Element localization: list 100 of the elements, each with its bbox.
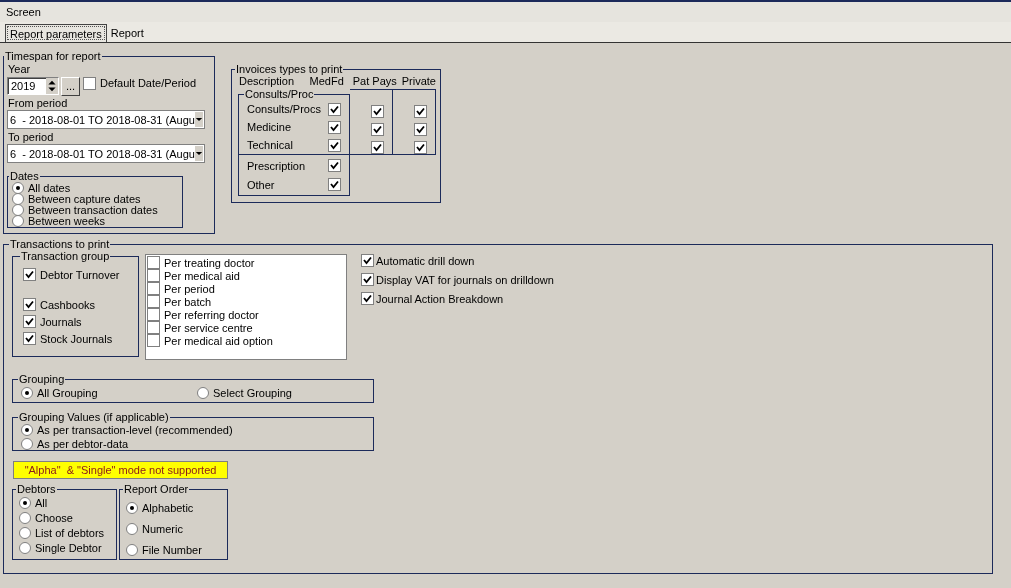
checkbox-label: Per service centre: [164, 321, 253, 334]
warning-banner: "Alpha" & "Single" mode not supported: [13, 461, 228, 479]
radio-label: As per debtor-data: [37, 438, 129, 450]
checkbox[interactable]: [328, 120, 341, 134]
group-title: Dates: [9, 170, 40, 182]
radio-label: As per transaction-level (recommended): [37, 424, 233, 436]
checkbox-label: Default Date/Period: [100, 77, 196, 89]
radio-label: Select Grouping: [213, 387, 292, 399]
checkbox[interactable]: [361, 273, 374, 286]
checkbox-label: Stock Journals: [40, 332, 113, 345]
year-spinner[interactable]: 2019: [7, 77, 59, 95]
radio-label: All dates: [28, 181, 71, 194]
checkbox[interactable]: [328, 102, 341, 116]
checkbox-label: Automatic drill down: [376, 254, 475, 267]
radio-button[interactable]: [19, 541, 31, 554]
group-title: Timespan for report: [4, 50, 102, 62]
checkbox[interactable]: [371, 104, 384, 118]
checkbox[interactable]: [414, 140, 427, 154]
radio-button[interactable]: [19, 526, 31, 539]
checkbox-label: Per batch: [164, 295, 212, 308]
group-title: Grouping Values (if applicable): [18, 411, 170, 423]
radio-button[interactable]: [12, 214, 24, 227]
column-header: Description: [239, 75, 296, 88]
caret-icon[interactable]: [194, 117, 203, 122]
checkbox[interactable]: [328, 178, 341, 191]
field-label: Year: [8, 62, 32, 76]
group-title: Transaction group: [20, 250, 111, 262]
radio-label: All Grouping: [37, 387, 98, 399]
group-title: Debtors: [16, 483, 57, 495]
checkbox[interactable]: [371, 140, 384, 154]
radio-label: Between capture dates: [28, 192, 141, 205]
radio-label: Between transaction dates: [28, 203, 158, 216]
checkbox[interactable]: [147, 256, 160, 269]
checkbox-label: Per medical aid option: [164, 334, 273, 347]
radio-label: All: [35, 496, 48, 509]
radio-label: Between weeks: [28, 214, 106, 227]
row-label: Other: [247, 178, 275, 191]
checkbox[interactable]: [414, 104, 427, 118]
radio-button[interactable]: [21, 387, 33, 399]
group-title: Invoices types to print: [235, 63, 344, 75]
radio-button[interactable]: [21, 438, 33, 450]
group-title: Consults/Proc: [244, 88, 315, 100]
checkbox[interactable]: [23, 332, 36, 345]
group-title: Report Order: [123, 483, 190, 495]
checkbox[interactable]: [147, 269, 160, 282]
checkbox[interactable]: [147, 282, 160, 295]
radio-label: List of debtors: [35, 526, 105, 539]
checkbox[interactable]: [23, 268, 36, 281]
period-dropdown[interactable]: 6 - 2018-08-01 TO 2018-08-31 (Augu: [7, 110, 205, 129]
tab[interactable]: Report parameters: [5, 24, 107, 42]
radio-label: Numeric: [142, 522, 183, 535]
checkbox-label: Journal Action Breakdown: [376, 292, 504, 305]
checkbox[interactable]: [328, 138, 341, 152]
radio-button[interactable]: [197, 387, 209, 399]
radio-button[interactable]: [12, 203, 24, 216]
checkbox-label: Debtor Turnover: [40, 268, 120, 281]
radio-button[interactable]: [126, 522, 138, 535]
checkbox[interactable]: [147, 295, 160, 308]
column-header: MedFd: [309, 75, 345, 88]
checkbox[interactable]: [147, 321, 160, 334]
checkbox-label: Per treating doctor: [164, 256, 255, 269]
checkbox[interactable]: [361, 292, 374, 305]
radio-button[interactable]: [12, 181, 24, 194]
checkbox-label: Per period: [164, 282, 215, 295]
checkbox[interactable]: [83, 76, 96, 90]
radio-label: Single Debtor: [35, 541, 102, 554]
radio-button[interactable]: [21, 424, 33, 436]
tab[interactable]: Report: [106, 24, 148, 42]
radio-label: File Number: [142, 543, 202, 556]
radio-button[interactable]: [12, 192, 24, 205]
column-header: Private: [401, 75, 436, 88]
field-label: To period: [8, 130, 55, 144]
radio-button[interactable]: [126, 501, 138, 514]
checkbox[interactable]: [23, 315, 36, 328]
column-header: Pat Pays: [352, 75, 398, 88]
row-label: Prescription: [247, 159, 306, 172]
period-dropdown[interactable]: 6 - 2018-08-01 TO 2018-08-31 (Augu: [7, 144, 205, 163]
row-label: Medicine: [247, 121, 292, 133]
checkbox-label: Journals: [40, 315, 82, 328]
checkbox[interactable]: [361, 254, 374, 267]
caret-icon[interactable]: [194, 151, 203, 156]
window-title: Screen: [6, 6, 41, 18]
checkbox[interactable]: [414, 122, 427, 136]
row-label: Consults/Procs: [247, 103, 321, 115]
checkbox[interactable]: [147, 334, 160, 347]
group-title: Transactions to print: [9, 238, 111, 250]
checkbox-label: Cashbooks: [40, 298, 96, 311]
browse-button[interactable]: ...: [61, 76, 80, 96]
radio-label: Choose: [35, 511, 73, 524]
checkbox-label: Per referring doctor: [164, 308, 259, 321]
checkbox[interactable]: [147, 308, 160, 321]
group-title: Grouping: [18, 373, 66, 385]
radio-button[interactable]: [19, 496, 31, 509]
checkbox[interactable]: [23, 298, 36, 311]
checkbox[interactable]: [328, 159, 341, 172]
checkbox-label: Display VAT for journals on drilldown: [376, 273, 554, 286]
checkbox[interactable]: [371, 122, 384, 136]
radio-button[interactable]: [126, 543, 138, 556]
checkbox-label: Per medical aid: [164, 269, 240, 282]
radio-button[interactable]: [19, 511, 31, 524]
